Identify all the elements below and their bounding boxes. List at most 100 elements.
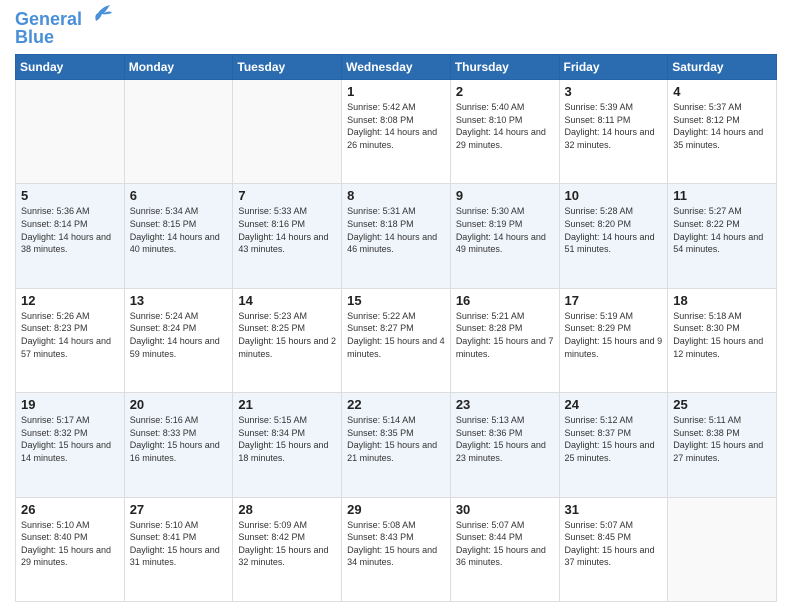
day-number: 15 [347, 293, 445, 308]
day-number: 8 [347, 188, 445, 203]
day-number: 22 [347, 397, 445, 412]
logo-text: General [15, 10, 82, 28]
page: General Blue SundayMondayTuesdayWednesda… [0, 0, 792, 612]
logo-general: General [15, 9, 82, 29]
day-info: Sunrise: 5:40 AM Sunset: 8:10 PM Dayligh… [456, 101, 554, 151]
day-info: Sunrise: 5:24 AM Sunset: 8:24 PM Dayligh… [130, 310, 228, 360]
calendar-cell: 1Sunrise: 5:42 AM Sunset: 8:08 PM Daylig… [342, 80, 451, 184]
day-number: 3 [565, 84, 663, 99]
calendar-cell: 6 Sunrise: 5:34 AM Sunset: 8:15 PM Daylig… [124, 184, 233, 288]
day-number: 11 [673, 188, 771, 203]
day-number: 29 [347, 502, 445, 517]
day-number: 24 [565, 397, 663, 412]
day-number: 14 [238, 293, 336, 308]
calendar-table: SundayMondayTuesdayWednesdayThursdayFrid… [15, 54, 777, 602]
day-info: Sunrise: 5:08 AM Sunset: 8:43 PM Dayligh… [347, 519, 445, 569]
logo-bird-icon [84, 5, 112, 27]
calendar-cell: 24 Sunrise: 5:12 AM Sunset: 8:37 PM Dayli… [559, 393, 668, 497]
day-number: 7 [238, 188, 336, 203]
calendar-cell: 28Sunrise: 5:09 AM Sunset: 8:42 PM Dayli… [233, 497, 342, 601]
calendar-header-tuesday: Tuesday [233, 55, 342, 80]
calendar-cell: 3 Sunrise: 5:39 AM Sunset: 8:11 PM Daylig… [559, 80, 668, 184]
day-number: 5 [21, 188, 119, 203]
day-info: Sunrise: 5:28 AM Sunset: 8:20 PM Dayligh… [565, 205, 663, 255]
day-info: Sunrise: 5:30 AM Sunset: 8:19 PM Dayligh… [456, 205, 554, 255]
calendar-cell: 16 Sunrise: 5:21 AM Sunset: 8:28 PM Dayli… [450, 288, 559, 392]
calendar-cell: 21 Sunrise: 5:15 AM Sunset: 8:34 PM Dayli… [233, 393, 342, 497]
day-info: Sunrise: 5:09 AM Sunset: 8:42 PM Dayligh… [238, 519, 336, 569]
day-info: Sunrise: 5:23 AM Sunset: 8:25 PM Dayligh… [238, 310, 336, 360]
calendar-cell: 4Sunrise: 5:37 AM Sunset: 8:12 PM Daylig… [668, 80, 777, 184]
day-info: Sunrise: 5:39 AM Sunset: 8:11 PM Dayligh… [565, 101, 663, 151]
day-info: Sunrise: 5:15 AM Sunset: 8:34 PM Dayligh… [238, 414, 336, 464]
calendar-week-1: 1Sunrise: 5:42 AM Sunset: 8:08 PM Daylig… [16, 80, 777, 184]
calendar-cell [668, 497, 777, 601]
calendar-header-saturday: Saturday [668, 55, 777, 80]
day-info: Sunrise: 5:11 AM Sunset: 8:38 PM Dayligh… [673, 414, 771, 464]
day-info: Sunrise: 5:19 AM Sunset: 8:29 PM Dayligh… [565, 310, 663, 360]
calendar-cell: 12 Sunrise: 5:26 AM Sunset: 8:23 PM Dayli… [16, 288, 125, 392]
day-info: Sunrise: 5:31 AM Sunset: 8:18 PM Dayligh… [347, 205, 445, 255]
day-number: 21 [238, 397, 336, 412]
calendar-cell: 10 Sunrise: 5:28 AM Sunset: 8:20 PM Dayli… [559, 184, 668, 288]
calendar-cell: 5 Sunrise: 5:36 AM Sunset: 8:14 PM Daylig… [16, 184, 125, 288]
day-number: 4 [673, 84, 771, 99]
calendar-cell: 14 Sunrise: 5:23 AM Sunset: 8:25 PM Dayli… [233, 288, 342, 392]
day-number: 1 [347, 84, 445, 99]
day-info: Sunrise: 5:21 AM Sunset: 8:28 PM Dayligh… [456, 310, 554, 360]
day-number: 18 [673, 293, 771, 308]
calendar-cell: 23 Sunrise: 5:13 AM Sunset: 8:36 PM Dayli… [450, 393, 559, 497]
day-number: 23 [456, 397, 554, 412]
calendar-cell: 13Sunrise: 5:24 AM Sunset: 8:24 PM Dayli… [124, 288, 233, 392]
calendar-cell: 18 Sunrise: 5:18 AM Sunset: 8:30 PM Dayli… [668, 288, 777, 392]
header: General Blue [15, 10, 777, 46]
day-number: 6 [130, 188, 228, 203]
calendar-cell: 9 Sunrise: 5:30 AM Sunset: 8:19 PM Daylig… [450, 184, 559, 288]
day-info: Sunrise: 5:10 AM Sunset: 8:40 PM Dayligh… [21, 519, 119, 569]
calendar-header-friday: Friday [559, 55, 668, 80]
day-number: 16 [456, 293, 554, 308]
day-number: 17 [565, 293, 663, 308]
calendar-cell: 25 Sunrise: 5:11 AM Sunset: 8:38 PM Dayli… [668, 393, 777, 497]
calendar-week-3: 12 Sunrise: 5:26 AM Sunset: 8:23 PM Dayli… [16, 288, 777, 392]
day-info: Sunrise: 5:13 AM Sunset: 8:36 PM Dayligh… [456, 414, 554, 464]
calendar-week-4: 19Sunrise: 5:17 AM Sunset: 8:32 PM Dayli… [16, 393, 777, 497]
day-number: 9 [456, 188, 554, 203]
day-info: Sunrise: 5:33 AM Sunset: 8:16 PM Dayligh… [238, 205, 336, 255]
calendar-cell [16, 80, 125, 184]
day-info: Sunrise: 5:07 AM Sunset: 8:45 PM Dayligh… [565, 519, 663, 569]
day-info: Sunrise: 5:34 AM Sunset: 8:15 PM Dayligh… [130, 205, 228, 255]
calendar-cell: 2Sunrise: 5:40 AM Sunset: 8:10 PM Daylig… [450, 80, 559, 184]
day-info: Sunrise: 5:18 AM Sunset: 8:30 PM Dayligh… [673, 310, 771, 360]
calendar-header-sunday: Sunday [16, 55, 125, 80]
day-info: Sunrise: 5:36 AM Sunset: 8:14 PM Dayligh… [21, 205, 119, 255]
calendar-cell: 29 Sunrise: 5:08 AM Sunset: 8:43 PM Dayli… [342, 497, 451, 601]
calendar-header-wednesday: Wednesday [342, 55, 451, 80]
day-number: 31 [565, 502, 663, 517]
calendar-cell [233, 80, 342, 184]
logo-blue: Blue [15, 28, 54, 46]
calendar-header-monday: Monday [124, 55, 233, 80]
day-info: Sunrise: 5:22 AM Sunset: 8:27 PM Dayligh… [347, 310, 445, 360]
day-number: 10 [565, 188, 663, 203]
calendar-cell: 26 Sunrise: 5:10 AM Sunset: 8:40 PM Dayli… [16, 497, 125, 601]
calendar-cell: 30 Sunrise: 5:07 AM Sunset: 8:44 PM Dayli… [450, 497, 559, 601]
calendar-cell: 8 Sunrise: 5:31 AM Sunset: 8:18 PM Daylig… [342, 184, 451, 288]
day-info: Sunrise: 5:26 AM Sunset: 8:23 PM Dayligh… [21, 310, 119, 360]
day-number: 12 [21, 293, 119, 308]
calendar-cell: 11 Sunrise: 5:27 AM Sunset: 8:22 PM Dayli… [668, 184, 777, 288]
day-number: 25 [673, 397, 771, 412]
calendar-cell [124, 80, 233, 184]
calendar-cell: 15 Sunrise: 5:22 AM Sunset: 8:27 PM Dayli… [342, 288, 451, 392]
calendar-cell: 7 Sunrise: 5:33 AM Sunset: 8:16 PM Daylig… [233, 184, 342, 288]
day-number: 30 [456, 502, 554, 517]
calendar-cell: 31 Sunrise: 5:07 AM Sunset: 8:45 PM Dayli… [559, 497, 668, 601]
calendar-header-row: SundayMondayTuesdayWednesdayThursdayFrid… [16, 55, 777, 80]
day-info: Sunrise: 5:27 AM Sunset: 8:22 PM Dayligh… [673, 205, 771, 255]
calendar-cell: 22Sunrise: 5:14 AM Sunset: 8:35 PM Dayli… [342, 393, 451, 497]
day-info: Sunrise: 5:07 AM Sunset: 8:44 PM Dayligh… [456, 519, 554, 569]
calendar-cell: 17 Sunrise: 5:19 AM Sunset: 8:29 PM Dayli… [559, 288, 668, 392]
day-info: Sunrise: 5:17 AM Sunset: 8:32 PM Dayligh… [21, 414, 119, 464]
day-number: 26 [21, 502, 119, 517]
day-info: Sunrise: 5:12 AM Sunset: 8:37 PM Dayligh… [565, 414, 663, 464]
